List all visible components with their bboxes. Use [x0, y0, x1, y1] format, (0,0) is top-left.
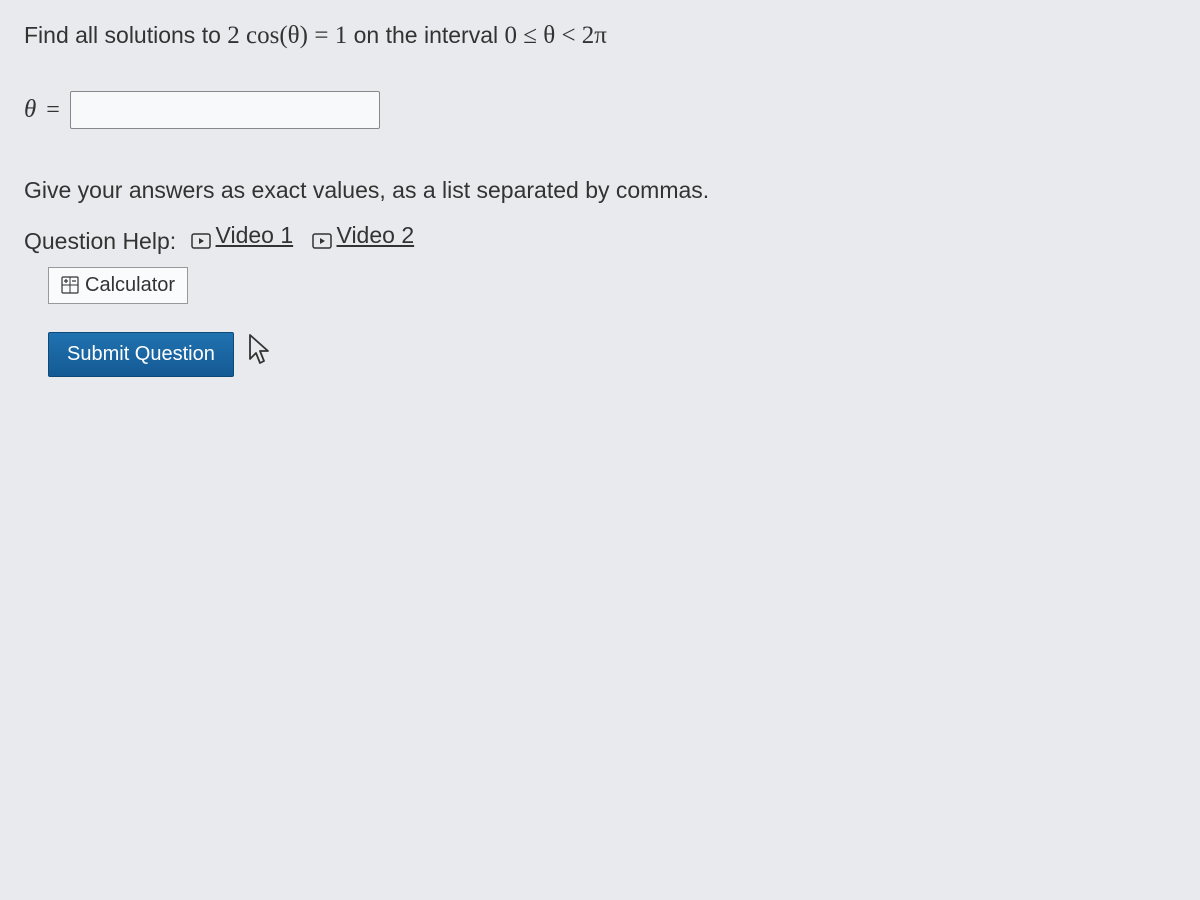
equation-lhs: 2 cos(θ) [227, 22, 308, 49]
calculator-button[interactable]: Calculator [48, 267, 188, 304]
calculator-label: Calculator [85, 274, 175, 297]
cursor-pointer-icon [246, 333, 274, 373]
video-play-icon [191, 228, 211, 244]
submit-label: Submit Question [67, 343, 215, 365]
question-help-row: Question Help: Video 1 Video 2 [24, 222, 1176, 255]
video-1-label: Video 1 [216, 222, 294, 249]
video-2-label: Video 2 [337, 222, 415, 249]
instruction-text: Give your answers as exact values, as a … [24, 177, 1176, 204]
answer-row: θ = [24, 91, 1176, 129]
video-2-link[interactable]: Video 2 [312, 222, 415, 249]
theta-label: θ [24, 96, 36, 124]
interval-expression: 0 ≤ θ < 2π [505, 22, 607, 49]
equals-sign: = [46, 97, 60, 124]
question-prefix: Find all solutions to [24, 22, 227, 48]
answer-input[interactable] [70, 91, 380, 129]
video-1-link[interactable]: Video 1 [191, 222, 294, 249]
calculator-icon [61, 276, 79, 294]
video-play-icon [312, 228, 332, 244]
help-label: Question Help: [24, 228, 176, 254]
interval-prefix: on the interval [354, 22, 505, 48]
equation-equals: = [314, 22, 334, 49]
question-prompt: Find all solutions to 2 cos(θ) = 1 on th… [24, 18, 1176, 53]
submit-question-button[interactable]: Submit Question [48, 332, 234, 377]
equation-rhs: 1 [335, 22, 348, 49]
